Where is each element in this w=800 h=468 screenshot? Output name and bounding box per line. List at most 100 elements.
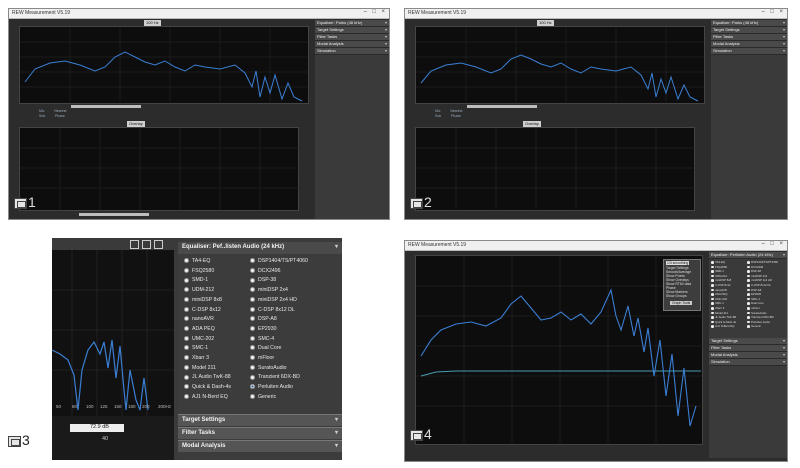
radio-icon[interactable]	[250, 306, 255, 312]
equaliser-option[interactable]: SMC-1	[184, 345, 208, 351]
side-section[interactable]: Simulation ▾	[315, 48, 389, 55]
radio-icon[interactable]	[747, 288, 750, 292]
radio-icon[interactable]	[184, 277, 189, 283]
side-section[interactable]: Target Settings ▾	[711, 27, 787, 34]
radio-icon[interactable]	[711, 293, 714, 296]
minimize-icon[interactable]: –	[762, 9, 765, 15]
radio-icon[interactable]	[250, 287, 255, 293]
side-section[interactable]: Modal Analysis ▾	[709, 352, 787, 359]
radio-icon[interactable]	[184, 345, 189, 351]
equaliser-option[interactable]: mFloor	[747, 306, 760, 310]
radio-icon[interactable]	[711, 297, 714, 301]
equaliser-option[interactable]: Model 211	[184, 365, 216, 371]
radio-icon[interactable]	[747, 302, 750, 305]
radio-icon[interactable]	[747, 293, 750, 296]
side-section[interactable]: Simulation ▾	[709, 359, 787, 366]
equaliser-option[interactable]: JL Audio TwK-88	[711, 315, 736, 319]
equaliser-option[interactable]: SuratoAudio	[747, 311, 767, 315]
equaliser-option[interactable]: AJ1 N-Berd EQ	[184, 394, 228, 400]
equaliser-option[interactable]: miniDSP 8x8	[184, 297, 222, 303]
dropdown-item[interactable]: 1/3 smoothing	[666, 261, 690, 265]
equaliser-option[interactable]: UDM-212	[711, 274, 727, 278]
side-section[interactable]: Filter Tasks ▾	[709, 345, 787, 352]
toolbar-icon[interactable]	[130, 240, 139, 249]
side-section[interactable]: Filter Tasks ▾	[711, 34, 787, 41]
equaliser-option[interactable]: C-DSP 8x12	[711, 283, 731, 287]
radio-icon[interactable]	[711, 279, 714, 282]
radio-icon[interactable]	[747, 270, 750, 273]
equaliser-option[interactable]: ADA PEQ	[711, 292, 727, 296]
equaliser-option[interactable]: UDM-212	[184, 287, 214, 293]
radio-icon[interactable]	[711, 302, 714, 305]
radio-icon[interactable]	[747, 316, 750, 319]
toolbar-icon[interactable]	[142, 240, 151, 249]
radio-icon[interactable]	[250, 345, 255, 351]
side-section[interactable]: Filter Tasks ▾	[315, 34, 389, 41]
radio-icon[interactable]	[250, 364, 255, 370]
equaliser-option[interactable]: DSP1404/TS/PT4060	[250, 258, 308, 264]
spl-graph-zoom[interactable]	[52, 250, 174, 418]
minimize-icon[interactable]: –	[762, 241, 765, 247]
radio-icon[interactable]	[184, 316, 189, 322]
tab-chip[interactable]: Overlay	[523, 121, 541, 127]
radio-icon[interactable]	[747, 306, 750, 310]
radio-icon[interactable]	[184, 306, 189, 312]
equaliser-option[interactable]: Dual Core	[250, 345, 281, 351]
equaliser-option[interactable]: DSP-38	[747, 269, 761, 273]
equaliser-option[interactable]: Model 211	[711, 311, 728, 315]
equaliser-option[interactable]: Tranzient 6DX-BD	[250, 374, 300, 380]
equaliser-option[interactable]: TA4-EQ	[184, 258, 210, 264]
radio-icon[interactable]	[250, 316, 255, 322]
equaliser-option[interactable]: DSP-A8	[250, 316, 277, 322]
radio-icon[interactable]	[747, 274, 750, 278]
radio-icon[interactable]	[747, 320, 750, 324]
radio-icon[interactable]	[184, 384, 189, 390]
equaliser-option[interactable]: FSQ2580	[184, 268, 214, 274]
equaliser-option[interactable]: nanoAVR	[184, 316, 214, 322]
radio-icon[interactable]	[184, 296, 189, 302]
radio-icon[interactable]	[250, 355, 255, 361]
radio-icon[interactable]	[747, 260, 750, 264]
radio-icon[interactable]	[711, 306, 714, 310]
equaliser-option[interactable]: Xbarr 3	[184, 355, 209, 361]
radio-icon[interactable]	[184, 267, 189, 273]
dropdown-item[interactable]: Show Groups	[666, 294, 687, 298]
equaliser-option[interactable]: miniDSP 2x4 HD	[747, 278, 772, 282]
side-section[interactable]: Equaliser: Parks (48 kHz) ▾	[315, 20, 389, 27]
equaliser-option[interactable]: Xbarr 3	[711, 306, 724, 310]
radio-icon[interactable]	[250, 258, 255, 264]
radio-icon[interactable]	[184, 287, 189, 293]
radio-icon[interactable]	[747, 279, 750, 282]
side-section[interactable]: Simulation ▾	[711, 48, 787, 55]
equaliser-option[interactable]: Perluiten Audio	[250, 384, 293, 390]
radio-icon[interactable]	[711, 320, 714, 324]
radio-icon[interactable]	[184, 364, 189, 370]
maximize-icon[interactable]: □	[770, 9, 774, 15]
equaliser-option[interactable]: miniDSP 2x4	[747, 274, 767, 278]
equaliser-option[interactable]: mFloor	[250, 355, 274, 361]
radio-icon[interactable]	[711, 270, 714, 273]
close-icon[interactable]: ×	[381, 9, 385, 15]
waterfall-graph[interactable]	[19, 127, 300, 212]
radio-icon[interactable]	[250, 393, 255, 399]
equaliser-option[interactable]: Generic	[747, 324, 761, 328]
equaliser-option[interactable]: SuratoAudio	[250, 365, 287, 371]
scrollbar-h[interactable]	[467, 105, 537, 108]
close-icon[interactable]: ×	[779, 241, 783, 247]
radio-icon[interactable]	[250, 374, 255, 380]
radio-icon[interactable]	[711, 274, 714, 278]
equaliser-option[interactable]: DCX2496	[747, 265, 763, 269]
equaliser-option[interactable]: Dual Core	[747, 301, 764, 305]
toolbar-icon[interactable]	[154, 240, 163, 249]
equaliser-option[interactable]: ADA PEQ	[184, 326, 215, 332]
radio-icon[interactable]	[747, 297, 750, 301]
equaliser-header[interactable]: Equaliser: Perlisten Audio (24 kHz) ▾	[709, 252, 787, 259]
filter-tasks-section[interactable]: Filter Tasks ▾	[178, 427, 342, 439]
side-section[interactable]: Modal Analysis ▾	[315, 41, 389, 48]
equaliser-option[interactable]: Quick & Dash-4s	[184, 384, 231, 390]
radio-icon[interactable]	[711, 311, 714, 315]
equaliser-option[interactable]: C-DSP 8x12	[184, 307, 221, 313]
radio-icon[interactable]	[184, 393, 189, 399]
radio-icon[interactable]	[250, 326, 255, 332]
graph-tools-button[interactable]: Graph Tools	[670, 301, 693, 305]
